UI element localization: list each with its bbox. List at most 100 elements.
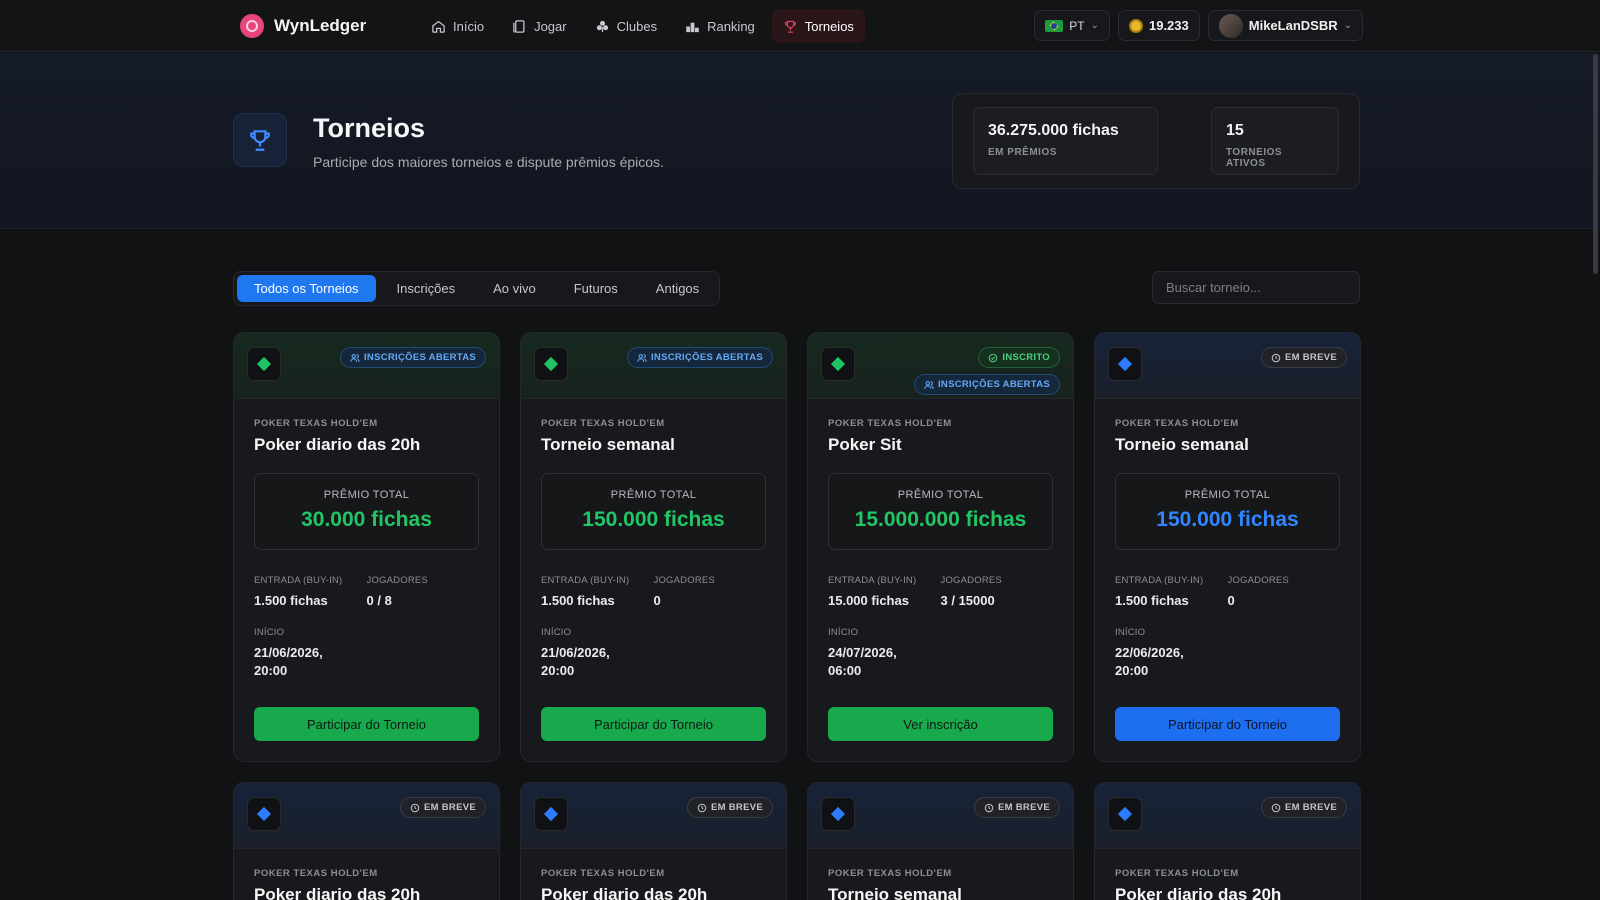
nav-item-jogar[interactable]: Jogar [501,9,578,43]
badge-label: EM BREVE [423,802,476,813]
status-badges: INSCRITO INSCRIÇÕES ABERTAS [913,347,1060,395]
gem-badge [247,797,281,831]
brand-name: WynLedger [274,16,367,35]
diamond-icon [256,806,272,822]
card-header: INSCRIÇÕES ABERTAS [521,333,786,399]
avatar [1218,13,1243,38]
tournament-card: EM BREVE POKER TEXAS HOLD'EM Poker diari… [1094,782,1361,900]
chevron-down-icon: ⌄ [1343,20,1352,31]
prize-box: PRÊMIO TOTAL 150.000 fichas [541,473,766,550]
tab-ao-vivo[interactable]: Ao vivo [476,275,553,302]
game-type: POKER TEXAS HOLD'EM [1115,868,1239,879]
top-navbar: WynLedger Início Jogar Clubes Ranking To… [0,0,1600,52]
nav-item-clubes[interactable]: Clubes [584,9,668,43]
users-icon [637,353,647,362]
game-type: POKER TEXAS HOLD'EM [1115,418,1239,429]
start-label: INÍCIO [541,627,572,638]
status-badge: INSCRIÇÕES ABERTAS [913,374,1060,395]
podium-icon [686,22,699,32]
tab-todos[interactable]: Todos os Torneios [237,275,376,302]
diamond-icon [1117,806,1133,822]
buyin-value: 15.000 fichas [828,593,909,608]
nav-item-inicio[interactable]: Início [420,9,495,43]
players-label: JOGADORES [366,575,428,586]
prize-box: PRÊMIO TOTAL 30.000 fichas [254,473,479,550]
tournament-card: EM BREVE POKER TEXAS HOLD'EM Poker diari… [520,782,787,900]
start-info: INÍCIO 21/06/2026, 20:00 [541,627,766,680]
card-body: POKER TEXAS HOLD'EM Poker Sit PRÊMIO TOT… [808,399,1073,761]
start-info: INÍCIO 24/07/2026, 06:00 [828,627,1053,680]
buyin-value: 1.500 fichas [541,593,615,608]
diamond-icon [1117,356,1133,372]
view-enrollment-button[interactable]: Ver inscrição [828,707,1053,741]
badge-label: INSCRIÇÕES ABERTAS [363,352,476,363]
tab-inscricoes[interactable]: Inscrições [380,275,473,302]
page-scrollbar[interactable] [1593,54,1598,274]
gem-badge [1108,797,1142,831]
diamond-icon [830,356,846,372]
stats-panel: 36.275.000 fichas EM PRÊMIOS 15 TORNEIOS… [952,93,1360,189]
nav-item-ranking[interactable]: Ranking [674,9,766,43]
language-selector[interactable]: PT ⌄ [1034,10,1110,41]
tournament-card: EM BREVE POKER TEXAS HOLD'EM Poker diari… [233,782,500,900]
chip-balance[interactable]: 19.233 [1117,10,1200,41]
status-badge: INSCRIÇÕES ABERTAS [626,347,773,368]
tournament-name: Poker diario das 20h [254,435,421,454]
gem-badge [821,347,855,381]
players-value: 0 [1227,593,1235,608]
status-badges: EM BREVE [973,797,1060,818]
join-tournament-button[interactable]: Participar do Torneio [254,707,479,741]
tournament-card: EM BREVE POKER TEXAS HOLD'EM Torneio sem… [807,782,1074,900]
tournament-card: INSCRIÇÕES ABERTAS POKER TEXAS HOLD'EM T… [520,332,787,762]
tournament-card: INSCRITO INSCRIÇÕES ABERTAS POKER TEXAS … [807,332,1074,762]
filter-tabs: Todos os Torneios Inscrições Ao vivo Fut… [233,271,721,306]
start-label: INÍCIO [254,627,285,638]
join-tournament-button[interactable]: Participar do Torneio [541,707,766,741]
buyin-label: ENTRADA (BUY-IN) [541,575,630,586]
main-nav: Início Jogar Clubes Ranking Torneios [420,9,865,43]
start-value: 24/07/2026, 06:00 [828,645,897,678]
nav-label: Início [453,18,485,34]
badge-label: EM BREVE [1284,802,1337,813]
tab-futuros[interactable]: Futuros [557,275,635,302]
game-type: POKER TEXAS HOLD'EM [254,418,378,429]
gem-badge [247,347,281,381]
user-menu[interactable]: MikeLanDSBR ⌄ [1207,10,1363,41]
card-header: INSCRIÇÕES ABERTAS [234,333,499,399]
home-icon [432,20,445,33]
game-type: POKER TEXAS HOLD'EM [254,868,378,879]
check-circle-icon [989,353,998,362]
page-subtitle: Participe dos maiores torneios e dispute… [313,154,664,170]
join-tournament-button[interactable]: Participar do Torneio [1115,707,1340,741]
poker-chip-logo-icon [240,14,264,38]
prize-value: 30.000 fichas [301,508,432,531]
users-icon [350,353,360,362]
tournament-name: Torneio semanal [1115,435,1249,454]
search-input[interactable] [1152,271,1360,304]
card-header: EM BREVE [234,783,499,849]
tournament-name: Torneio semanal [541,435,675,454]
prize-label: PRÊMIO TOTAL [610,489,697,501]
card-body: POKER TEXAS HOLD'EM Poker diario das 20h… [234,399,499,761]
tournament-meta: ENTRADA (BUY-IN) 15.000 fichas JOGADORES 3… [828,575,1053,610]
card-header: INSCRITO INSCRIÇÕES ABERTAS [808,333,1073,399]
game-type: POKER TEXAS HOLD'EM [828,418,952,429]
status-badges: INSCRIÇÕES ABERTAS [626,347,773,368]
tournament-name: Torneio semanal [828,885,962,900]
game-type: POKER TEXAS HOLD'EM [541,418,665,429]
badge-label: EM BREVE [710,802,763,813]
card-header: EM BREVE [1095,783,1360,849]
card-body: POKER TEXAS HOLD'EM Torneio semanal [808,849,1073,900]
start-label: INÍCIO [828,627,859,638]
brand[interactable]: WynLedger [240,14,366,38]
tab-antigos[interactable]: Antigos [639,275,716,302]
prize-box: PRÊMIO TOTAL 15.000.000 fichas [828,473,1053,550]
prize-value: 150.000 fichas [582,508,725,531]
language-code: PT [1069,18,1085,33]
diamond-icon [830,806,846,822]
nav-item-torneios[interactable]: Torneios [771,9,865,43]
status-badge-enrolled: INSCRITO [978,347,1060,368]
buyin-label: ENTRADA (BUY-IN) [828,575,917,586]
clock-icon [697,803,707,812]
card-header: EM BREVE [808,783,1073,849]
